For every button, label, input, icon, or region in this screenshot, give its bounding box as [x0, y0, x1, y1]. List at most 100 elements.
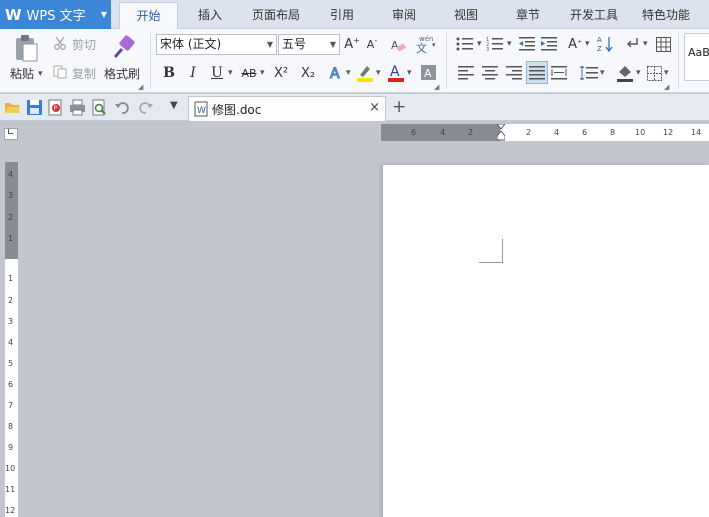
ribbon-home: 粘贴 ▾ 剪切 复制 格式刷 ◢ 宋体 (正文) ▼ 五号 ▼ A + A- A … [0, 29, 709, 93]
tab-home[interactable]: 开始 [119, 2, 178, 29]
document-workspace[interactable]: ∟ 6 4 2 2 4 6 8 10 12 14 4 3 2 1 1 2 3 4… [0, 121, 709, 517]
paste-button[interactable]: 粘贴 [10, 65, 34, 82]
format-painter-icon[interactable] [110, 33, 136, 63]
ruler-tick: 12 [663, 128, 674, 137]
subscript-button[interactable]: X₂ [297, 63, 319, 83]
numbering-dropdown-icon[interactable]: ▾ [507, 39, 512, 49]
tab-insert[interactable]: 插入 [184, 2, 236, 29]
shading-dropdown-icon[interactable]: ▾ [636, 68, 641, 78]
bold-button[interactable]: B [160, 63, 178, 83]
font-name-value: 宋体 (正文) [160, 37, 222, 51]
distribute-icon[interactable] [550, 64, 568, 82]
tab-features[interactable]: 特色功能 [634, 2, 698, 29]
horizontal-ruler[interactable]: 6 4 2 2 4 6 8 10 12 14 [381, 123, 709, 141]
bullets-dropdown-icon[interactable]: ▾ [477, 39, 482, 49]
font-name-select[interactable]: 宋体 (正文) ▼ [156, 34, 277, 55]
copy-button[interactable]: 复制 [72, 65, 96, 82]
export-pdf-icon[interactable]: P [47, 99, 64, 116]
ruler-text-area [500, 124, 709, 141]
clipboard-launcher-icon[interactable]: ◢ [138, 83, 143, 91]
tab-stop-selector[interactable]: ∟ [4, 128, 18, 140]
shrink-font-icon[interactable]: A- [363, 35, 381, 54]
paste-dropdown-icon[interactable]: ▾ [38, 69, 43, 79]
document-page[interactable] [383, 165, 709, 517]
paste-icon[interactable] [10, 33, 42, 63]
scissors-icon[interactable] [52, 35, 68, 51]
superscript-button[interactable]: X² [270, 63, 292, 83]
close-tab-icon[interactable]: × [369, 100, 380, 115]
highlight-icon[interactable] [355, 62, 375, 84]
line-spacing-dropdown-icon[interactable]: ▾ [600, 68, 605, 78]
print-preview-icon[interactable] [91, 99, 108, 116]
ruler-tick: 1 [8, 274, 14, 283]
copy-icon[interactable] [52, 64, 68, 80]
justify-icon[interactable] [526, 61, 548, 84]
format-painter-button[interactable]: 格式刷 [104, 65, 140, 82]
text-effect-dropdown-icon[interactable]: ▾ [346, 68, 351, 78]
tab-review[interactable]: 审阅 [380, 2, 428, 29]
font-color-icon[interactable]: A [386, 62, 406, 84]
chevron-down-icon: ▼ [266, 40, 273, 49]
show-marks-dropdown-icon[interactable]: ▾ [643, 39, 648, 49]
font-size-select[interactable]: 五号 ▼ [278, 34, 340, 55]
text-effect-icon[interactable]: A [327, 63, 345, 83]
style-gallery-item[interactable]: AaBl [684, 33, 709, 81]
decrease-indent-icon[interactable] [518, 35, 536, 53]
line-spacing-icon[interactable] [579, 64, 599, 82]
redo-icon[interactable] [137, 99, 154, 116]
align-center-icon[interactable] [481, 64, 499, 82]
highlight-dropdown-icon[interactable]: ▾ [376, 68, 381, 78]
ruler-tick: 8 [8, 422, 14, 431]
numbering-icon[interactable]: 123 [485, 35, 507, 53]
grow-font-icon[interactable]: A + [343, 35, 361, 54]
shading-icon[interactable] [615, 62, 635, 84]
app-menu-button[interactable]: W WPS 文字 ▼ [0, 0, 111, 29]
character-shading-icon[interactable]: A [420, 64, 436, 80]
tab-developer[interactable]: 开发工具 [562, 2, 626, 29]
borders-icon[interactable] [645, 64, 663, 82]
align-left-icon[interactable] [457, 64, 475, 82]
bullets-icon[interactable] [455, 35, 477, 53]
tab-chapter[interactable]: 章节 [504, 2, 552, 29]
print-icon[interactable] [69, 99, 86, 116]
underline-button[interactable]: U [208, 63, 226, 83]
font-launcher-icon[interactable]: ◢ [434, 83, 439, 91]
sort-icon[interactable]: AZ [596, 34, 614, 54]
underline-dropdown-icon[interactable]: ▾ [228, 68, 233, 78]
new-tab-button[interactable]: + [392, 97, 406, 117]
undo-icon[interactable] [114, 99, 131, 116]
change-case-icon[interactable]: A ⁺ [563, 34, 587, 54]
save-icon[interactable] [26, 99, 43, 116]
tab-view[interactable]: 视图 [442, 2, 490, 29]
indent-marker-icon[interactable] [495, 123, 507, 141]
ruler-tick: 4 [554, 128, 560, 137]
svg-text:Z: Z [597, 45, 602, 53]
strikethrough-button[interactable]: AB [238, 63, 260, 83]
app-title: WPS 文字 [26, 9, 86, 24]
clear-format-icon[interactable]: A [388, 35, 408, 54]
ruler-tick: 8 [610, 128, 616, 137]
table-grid-icon[interactable] [654, 35, 672, 53]
font-color-dropdown-icon[interactable]: ▾ [407, 68, 412, 78]
ruler-tick: 14 [691, 128, 702, 137]
chevron-down-icon: ▼ [100, 10, 107, 19]
tab-references[interactable]: 引用 [318, 2, 366, 29]
borders-dropdown-icon[interactable]: ▾ [664, 68, 669, 78]
svg-text:A: A [424, 67, 432, 80]
open-folder-icon[interactable] [4, 99, 21, 116]
show-marks-icon[interactable] [624, 34, 642, 54]
paragraph-launcher-icon[interactable]: ◢ [664, 83, 669, 91]
quick-access-toolbar: P ▼ W 修图.doc × + [0, 94, 709, 121]
align-right-icon[interactable] [505, 64, 523, 82]
customize-toolbar-icon[interactable]: ▼ [170, 100, 178, 111]
document-tab[interactable]: W 修图.doc × [188, 96, 386, 121]
italic-button[interactable]: I [184, 63, 202, 83]
phonetic-guide-icon[interactable]: wén 文 ▾ [412, 33, 440, 54]
cut-button[interactable]: 剪切 [72, 36, 96, 53]
strike-dropdown-icon[interactable]: ▾ [260, 68, 265, 78]
ruler-tick: 2 [468, 128, 474, 137]
increase-indent-icon[interactable] [540, 35, 558, 53]
vertical-ruler[interactable]: 4 3 2 1 1 2 3 4 5 6 7 8 9 10 11 12 [5, 162, 18, 517]
change-case-dropdown-icon[interactable]: ▾ [585, 39, 590, 49]
tab-page-layout[interactable]: 页面布局 [244, 2, 308, 29]
